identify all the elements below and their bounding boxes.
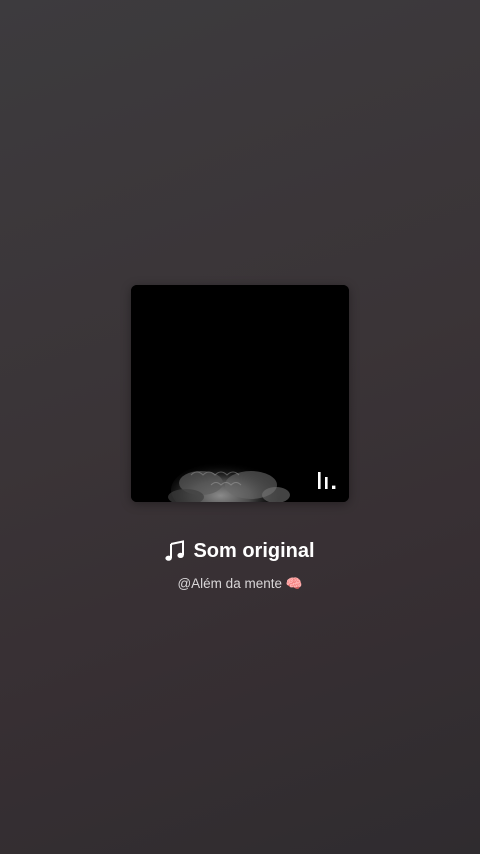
sound-title-row: Som original <box>0 538 480 564</box>
sound-page: Som original @Além da mente 🧠 <box>0 0 480 854</box>
sound-author-link[interactable]: @Além da mente 🧠 <box>0 575 480 593</box>
audio-bars-icon <box>318 472 336 489</box>
sound-cover-art[interactable] <box>131 285 349 502</box>
music-note-icon <box>165 540 185 561</box>
sound-title: Som original <box>193 540 315 562</box>
